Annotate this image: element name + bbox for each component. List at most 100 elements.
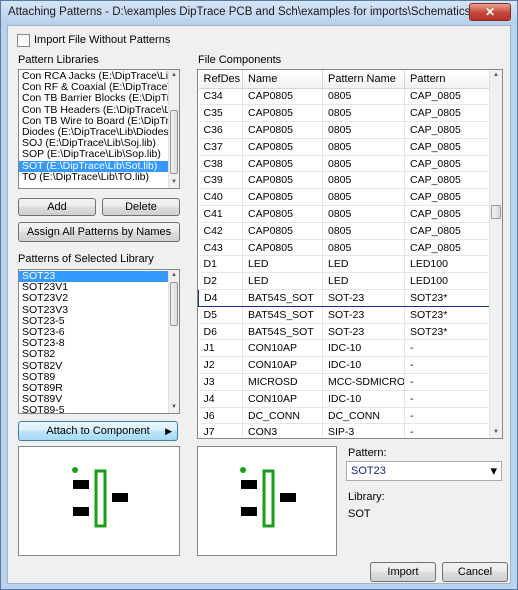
column-header[interactable]: Name <box>242 70 323 89</box>
scroll-down-icon[interactable]: ▼ <box>169 177 179 188</box>
table-row[interactable]: D4 BAT54S_SOT SOT-23 SOT23* <box>198 289 491 307</box>
close-button[interactable]: ✕ <box>469 3 511 21</box>
pattern-libraries-scrollbar[interactable]: ▲ ▼ <box>168 70 179 188</box>
table-cell: SOT-23 <box>322 323 405 341</box>
table-row[interactable]: D6 BAT54S_SOT SOT-23 SOT23* <box>198 323 491 341</box>
table-cell: CAP_0805 <box>404 205 491 223</box>
table-cell: DC_CONN <box>242 407 323 425</box>
column-header[interactable]: Pattern <box>404 70 491 89</box>
table-row[interactable]: C34 CAP0805 0805 CAP_0805 <box>198 88 491 106</box>
add-button[interactable]: Add <box>18 198 96 216</box>
import-without-patterns-checkbox[interactable] <box>17 34 30 47</box>
pattern-list-item[interactable]: SOT82V <box>19 360 168 372</box>
library-value: SOT <box>348 508 371 520</box>
table-row[interactable]: C39 CAP0805 0805 CAP_0805 <box>198 171 491 190</box>
table-cell: 0805 <box>322 222 405 240</box>
import-without-patterns-label[interactable]: Import File Without Patterns <box>34 34 170 46</box>
table-cell: C42 <box>198 222 243 240</box>
table-row[interactable]: C40 CAP0805 0805 CAP_0805 <box>198 188 491 207</box>
table-row[interactable]: J1 CON10AP IDC-10- <box>198 339 491 358</box>
patterns-of-library-list[interactable]: SOT23 SOT23V1 SOT23V2 SOT23V3 SOT23-5 SOT23-6… <box>18 269 180 414</box>
library-list-item[interactable]: SOP (E:\DipTrace\Lib\Sop.lib) <box>19 149 168 160</box>
table-cell: CAP0805 <box>242 88 323 106</box>
pattern-list-item[interactable]: SOT23V2 <box>19 293 168 304</box>
scroll-thumb[interactable] <box>170 282 178 326</box>
table-cell: C41 <box>198 205 243 223</box>
table-row[interactable]: C43 CAP0805 0805 CAP_0805 <box>198 239 491 257</box>
table-row[interactable]: D5 BAT54S_SOT SOT-23 SOT23* <box>198 306 491 324</box>
window-title: Attaching Patterns - D:\examples DipTrac… <box>8 6 506 18</box>
attach-to-component-button[interactable]: Attach to Component ▶ <box>18 421 178 441</box>
table-cell: C40 <box>198 188 243 207</box>
table-cell: J7 <box>198 423 243 438</box>
table-cell: C39 <box>198 171 243 190</box>
chevron-down-icon[interactable]: ▾ <box>490 463 497 479</box>
pattern-list-item[interactable]: SOT82 <box>19 349 168 360</box>
table-row[interactable]: C37 CAP0805 0805 CAP_0805 <box>198 138 491 156</box>
attach-button-label: Attach to Component <box>46 425 150 437</box>
table-cell: LED100 <box>404 255 491 274</box>
delete-button[interactable]: Delete <box>102 198 180 216</box>
import-button[interactable]: Import <box>370 562 436 582</box>
table-cell: LED <box>322 272 405 291</box>
column-header[interactable]: RefDes <box>198 70 243 89</box>
table-cell: J3 <box>198 373 243 391</box>
column-header[interactable]: Pattern Name <box>322 70 405 89</box>
table-row[interactable]: C38 CAP0805 0805 CAP_0805 <box>198 155 491 173</box>
library-list-item[interactable]: SOT (E:\DipTrace\Lib\Sot.lib) <box>19 160 168 172</box>
table-row[interactable]: J3MICROSDMCC-SDMICRO_1- <box>198 373 491 391</box>
table-row[interactable]: D2 LED LED LED100 <box>198 272 491 291</box>
table-cell: CAP0805 <box>242 239 323 257</box>
table-row[interactable]: J6 DC_CONN DC_CONN - <box>198 407 491 425</box>
file-components-scrollbar[interactable]: ▲ ▼ <box>489 70 502 438</box>
table-cell: MCC-SDMICRO_1 <box>322 373 405 391</box>
patterns-of-library-label: Patterns of Selected Library <box>18 253 154 265</box>
table-row[interactable]: C35 CAP0805 0805 CAP_0805 <box>198 104 491 123</box>
table-cell: - <box>404 373 491 391</box>
title-bar[interactable]: Attaching Patterns - D:\examples DipTrac… <box>1 1 517 25</box>
scroll-thumb[interactable] <box>170 110 178 174</box>
pattern-libraries-list[interactable]: Con RCA Jacks (E:\DipTrace\Lib\Con RCA J… <box>18 69 180 189</box>
component-pattern-preview <box>197 446 337 556</box>
table-cell: LED <box>242 255 323 274</box>
library-list-item[interactable]: TO (E:\DipTrace\Lib\TO.lib) <box>19 171 168 183</box>
pattern-select[interactable]: SOT23 ▾ <box>346 461 502 481</box>
table-row[interactable]: J4 CON10AP IDC-10- <box>198 390 491 408</box>
file-components-label: File Components <box>198 54 282 66</box>
scroll-thumb[interactable] <box>491 205 501 219</box>
assign-all-patterns-button[interactable]: Assign All Patterns by Names <box>18 222 180 242</box>
table-cell: CAP_0805 <box>404 155 491 173</box>
table-cell: CAP0805 <box>242 104 323 123</box>
table-cell: D2 <box>198 272 243 291</box>
scroll-down-icon[interactable]: ▼ <box>490 427 502 438</box>
library-list-item[interactable]: Con TB Barrier Blocks (E:\DipTrace\Lib\C… <box>19 93 168 104</box>
scroll-up-icon[interactable]: ▲ <box>169 270 179 281</box>
scroll-up-icon[interactable]: ▲ <box>169 70 179 81</box>
table-cell: 0805 <box>322 138 405 156</box>
table-cell: CAP0805 <box>242 121 323 139</box>
table-cell: J1 <box>198 339 243 358</box>
table-cell: C35 <box>198 104 243 123</box>
table-cell: CON10AP <box>242 390 323 408</box>
patterns-scrollbar[interactable]: ▲ ▼ <box>168 270 179 413</box>
cancel-button[interactable]: Cancel <box>442 562 508 582</box>
pattern-list-item[interactable]: SOT89-5 <box>19 405 168 413</box>
file-components-table[interactable]: RefDes Name Pattern Name Pattern C34 CAP0805… <box>197 69 503 439</box>
table-row[interactable]: J2 CON10AP IDC-10- <box>198 356 491 375</box>
dialog-body: Import File Without Patterns Pattern Lib… <box>7 25 511 584</box>
table-row[interactable]: C42 CAP0805 0805 CAP_0805 <box>198 222 491 240</box>
table-row[interactable]: C36 CAP0805 0805 CAP_0805 <box>198 121 491 139</box>
table-cell: C43 <box>198 239 243 257</box>
table-cell: CON10AP <box>242 356 323 375</box>
scroll-down-icon[interactable]: ▼ <box>169 402 179 413</box>
table-cell: CAP_0805 <box>404 222 491 240</box>
scroll-up-icon[interactable]: ▲ <box>490 70 502 81</box>
table-cell: 0805 <box>322 171 405 190</box>
table-row[interactable]: D1 LED LED LED100 <box>198 255 491 274</box>
table-cell: MICROSD <box>242 373 323 391</box>
table-cell: CAP_0805 <box>404 121 491 139</box>
table-cell: D1 <box>198 255 243 274</box>
table-row[interactable]: C41 CAP0805 0805 CAP_0805 <box>198 205 491 223</box>
table-row[interactable]: J7 CON3 SIP-3- <box>198 423 491 438</box>
table-cell: CAP0805 <box>242 188 323 207</box>
